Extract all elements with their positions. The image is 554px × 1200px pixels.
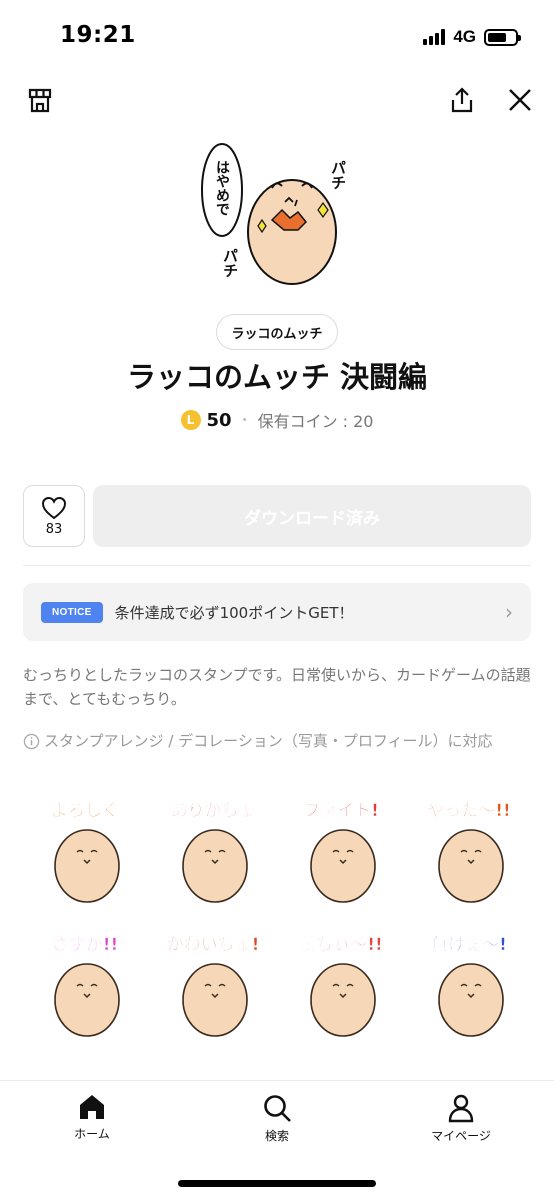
sticker-title: ラッコのムッチ 決闘編 bbox=[126, 360, 428, 394]
battery-icon bbox=[484, 28, 521, 46]
sticker-item[interactable]: かわいちょ! bbox=[151, 924, 275, 1048]
arrange-text: スタンプアレンジ / デコレーション（写真・プロフィール）に対応 bbox=[44, 732, 493, 750]
tab-search-label: 検索 bbox=[264, 1129, 289, 1143]
notice-text: 条件達成で必ず100ポイントGET！ bbox=[114, 603, 354, 622]
sticker-item[interactable]: よろしく bbox=[23, 790, 147, 914]
otter-figure bbox=[54, 829, 120, 903]
notice-badge: NOTICE bbox=[41, 601, 103, 623]
info-icon bbox=[23, 733, 40, 750]
close-icon[interactable] bbox=[504, 84, 536, 116]
tab-home-label: ホーム bbox=[74, 1127, 110, 1141]
otter-figure bbox=[182, 963, 248, 1037]
status-bar: 19:21 4G bbox=[0, 0, 554, 72]
sticker-caption: さすが!! bbox=[52, 934, 119, 955]
arrange-note: スタンプアレンジ / デコレーション（写真・プロフィール）に対応 bbox=[23, 730, 533, 752]
sfx-bottom: パチ bbox=[221, 248, 239, 278]
tab-mypage-label: マイページ bbox=[431, 1129, 491, 1143]
user-icon bbox=[448, 1094, 474, 1123]
download-button[interactable]: ダウンロード済み bbox=[93, 485, 531, 547]
sticker-item[interactable]: ファイト! bbox=[279, 790, 403, 914]
owned-coins: 保有コイン : 20 bbox=[257, 412, 374, 431]
sticker-description: むっちりとしたラッコのスタンプです。日常使いから、カードゲームの話題まで、とても… bbox=[23, 666, 531, 708]
status-indicators: 4G bbox=[423, 26, 521, 48]
otter-figure bbox=[310, 829, 376, 903]
shop-icon[interactable] bbox=[24, 84, 56, 116]
network-label: 4G bbox=[453, 27, 476, 46]
otter-figure bbox=[310, 963, 376, 1037]
like-count: 83 bbox=[45, 521, 63, 537]
share-icon[interactable] bbox=[446, 84, 478, 116]
author-link[interactable]: ラッコのムッチ bbox=[216, 314, 338, 350]
otter-figure bbox=[182, 829, 248, 903]
sticker-item[interactable]: さすが!! bbox=[23, 924, 147, 1048]
sticker-caption: 負けぇ〜! bbox=[431, 935, 507, 955]
otter-figure bbox=[54, 963, 120, 1037]
sticker-item[interactable]: やった〜!! bbox=[407, 790, 531, 914]
home-indicator bbox=[178, 1180, 376, 1187]
sticker-caption: よろしく bbox=[51, 801, 119, 821]
otter-figure bbox=[438, 829, 504, 903]
home-icon bbox=[80, 1095, 104, 1119]
main-sticker-image: はやめで パチ パチ bbox=[192, 140, 362, 290]
sticker-item[interactable]: 勝ちぃ〜!! bbox=[279, 924, 403, 1048]
heart-icon bbox=[41, 496, 67, 519]
signal-icon bbox=[423, 29, 446, 45]
speech-bubble: はやめで bbox=[201, 143, 243, 237]
otter-figure bbox=[438, 963, 504, 1037]
price-row: L 50 ・ 保有コイン : 20 bbox=[0, 408, 554, 432]
bubble-text: はやめで bbox=[214, 160, 230, 216]
tab-search[interactable]: 検索 bbox=[222, 1093, 332, 1144]
sticker-caption: 勝ちぃ〜!! bbox=[299, 934, 383, 955]
search-icon bbox=[264, 1095, 291, 1122]
sticker-caption: やった〜!! bbox=[427, 801, 511, 821]
sticker-caption: ファイト! bbox=[303, 801, 379, 821]
sticker-item[interactable]: 負けぇ〜! bbox=[407, 924, 531, 1048]
notice-banner[interactable]: NOTICE 条件達成で必ず100ポイントGET！ › bbox=[23, 583, 531, 641]
sticker-item[interactable]: ありがちょ bbox=[151, 790, 275, 914]
tab-mypage[interactable]: マイページ bbox=[406, 1093, 516, 1144]
sticker-caption: ありがちょ bbox=[171, 800, 256, 821]
top-navigation bbox=[0, 80, 554, 120]
price-value: 50 bbox=[206, 409, 232, 431]
sticker-grid: よろしく ありがちょ ファイト! やった〜!! さすが!! かわいちょ! 勝ちぃ〜!! 負けぇ… bbox=[23, 790, 531, 1048]
like-button[interactable]: 83 bbox=[23, 485, 85, 547]
tab-home[interactable]: ホーム bbox=[37, 1093, 147, 1142]
sfx-top: パチ bbox=[329, 160, 347, 190]
price-separator: ・ bbox=[237, 413, 252, 429]
coin-icon: L bbox=[180, 410, 201, 430]
divider bbox=[23, 565, 531, 566]
status-time: 19:21 bbox=[60, 22, 136, 48]
sticker-caption: かわいちょ! bbox=[167, 935, 260, 955]
chevron-right-icon: › bbox=[505, 600, 513, 624]
